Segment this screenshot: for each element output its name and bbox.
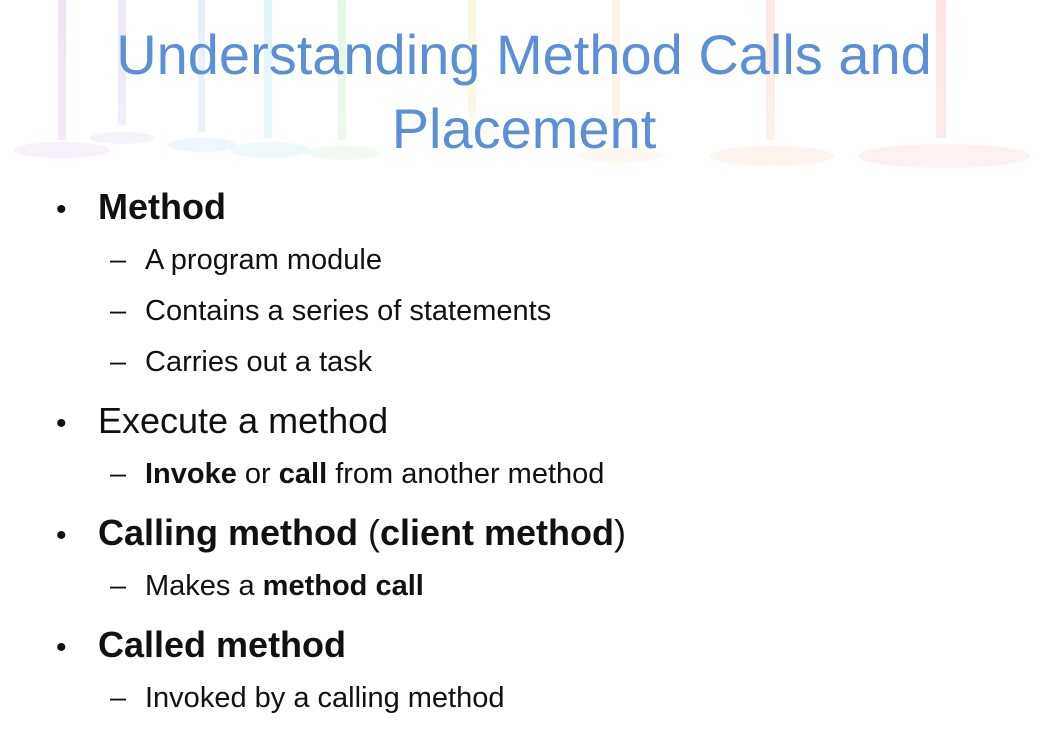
sub-bullet-invoked-by-calling-method: – Invoked by a calling method — [56, 673, 1016, 724]
plain-text: Makes a — [145, 570, 263, 602]
dash-icon: – — [110, 244, 127, 276]
bullet-text: Method — [98, 182, 226, 232]
bold-text: Method — [98, 186, 226, 227]
sub-bullet-text: A program module — [145, 244, 382, 276]
bullet-icon: • — [56, 519, 67, 552]
slide-title: Understanding Method Calls and Placement — [0, 18, 1048, 166]
bullet-list: • Method – A program module – Contains a… — [56, 182, 1016, 724]
sub-bullet-invoke-or-call: – Invoke or call from another method — [56, 449, 1016, 500]
plain-text: from another method — [327, 458, 605, 490]
bullet-execute-method: • Execute a method — [56, 396, 1016, 449]
dash-icon: – — [110, 682, 127, 714]
bold-text: method call — [262, 570, 424, 602]
dash-icon: – — [110, 295, 127, 327]
sub-bullet-program-module: – A program module — [56, 235, 1016, 286]
bold-text: Invoke — [145, 458, 237, 490]
sub-bullet-series-of-statements: – Contains a series of statements — [56, 286, 1016, 337]
dash-icon: – — [110, 346, 127, 378]
bullet-text: Called method — [98, 620, 346, 670]
bullet-icon: • — [56, 193, 67, 226]
bold-text: call — [278, 458, 328, 490]
plain-text: or — [236, 458, 279, 490]
sub-bullet-makes-method-call: – Makes a method call — [56, 561, 1016, 612]
sub-bullet-text: Contains a series of statements — [145, 295, 552, 327]
bold-text: client method — [380, 512, 615, 553]
sub-bullet-text: Invoke or call from another method — [145, 449, 604, 500]
dash-icon: – — [110, 458, 127, 490]
bullet-text: Calling method (client method) — [98, 508, 626, 558]
bold-text: Called method — [98, 624, 347, 665]
bullet-calling-method: • Calling method (client method) — [56, 508, 1016, 561]
plain-text: ( — [358, 512, 380, 553]
sub-bullet-text: Invoked by a calling method — [145, 682, 505, 714]
bold-text: Calling method — [98, 512, 358, 553]
bullet-text: Execute a method — [98, 400, 389, 441]
sub-bullet-text: Carries out a task — [145, 346, 373, 378]
bullet-icon: • — [56, 631, 67, 664]
bullet-icon: • — [56, 407, 67, 440]
slide-title-line-1: Understanding Method Calls and — [116, 23, 932, 86]
sub-bullet-carries-out-task: – Carries out a task — [56, 337, 1016, 388]
plain-text: ) — [614, 512, 627, 553]
bullet-called-method: • Called method — [56, 620, 1016, 673]
bullet-method: • Method — [56, 182, 1016, 235]
sub-bullet-text: Makes a method call — [145, 561, 424, 612]
dash-icon: – — [110, 570, 127, 602]
slide-title-line-2: Placement — [391, 97, 657, 160]
